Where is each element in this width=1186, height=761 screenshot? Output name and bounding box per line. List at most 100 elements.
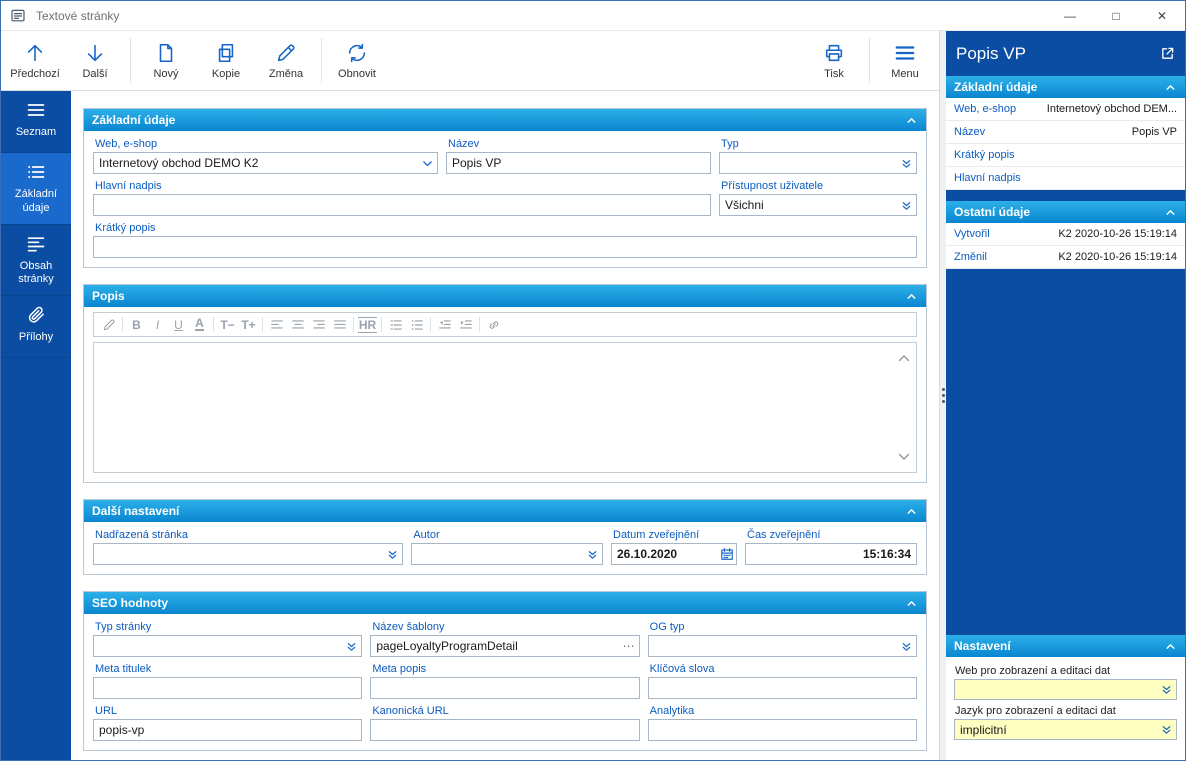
unordered-list-button[interactable] — [406, 315, 427, 334]
calendar-icon[interactable] — [717, 544, 736, 564]
chevron-up-icon[interactable] — [1164, 81, 1177, 94]
open-in-window-icon[interactable] — [1160, 46, 1175, 61]
chevron-up-icon[interactable] — [905, 505, 918, 518]
type-input[interactable] — [725, 153, 897, 173]
scroll-up-icon[interactable] — [896, 350, 912, 366]
meta-description-label: Meta popis — [372, 663, 427, 675]
ellipsis-icon[interactable]: ⋯ — [620, 636, 639, 656]
align-right-button[interactable] — [308, 315, 329, 334]
align-justify-button[interactable] — [329, 315, 350, 334]
arrow-down-icon — [84, 42, 106, 65]
double-chevron-down-icon[interactable] — [1157, 680, 1176, 699]
edit-button[interactable] — [98, 315, 119, 334]
chevron-up-icon[interactable] — [905, 114, 918, 127]
panel-section-title: Nastavení — [954, 639, 1011, 653]
display-language-input[interactable] — [960, 720, 1157, 739]
info-row: Změnil K2 2020-10-26 15:19:14 — [946, 246, 1185, 269]
canonical-url-input[interactable] — [376, 720, 639, 740]
maximize-button[interactable]: □ — [1093, 1, 1139, 30]
italic-button[interactable]: I — [147, 315, 168, 334]
main-heading-input[interactable] — [99, 195, 710, 215]
double-chevron-down-icon[interactable] — [342, 636, 361, 656]
align-justify-icon — [333, 319, 346, 328]
display-web-input[interactable] — [960, 680, 1157, 699]
sidebar-item-prilohy[interactable]: Přílohy — [1, 296, 71, 358]
publish-date-input[interactable] — [617, 544, 717, 564]
double-chevron-down-icon[interactable] — [583, 544, 602, 564]
double-chevron-down-icon[interactable] — [897, 153, 916, 173]
publish-time-input[interactable] — [751, 544, 916, 564]
panel-section-title: Základní údaje — [954, 80, 1038, 94]
sidebar-item-seznam[interactable]: Seznam — [1, 91, 71, 153]
font-color-button[interactable]: A — [189, 315, 210, 334]
bold-button[interactable]: B — [126, 315, 147, 334]
double-chevron-down-icon[interactable] — [897, 195, 916, 215]
url-input[interactable] — [99, 720, 362, 740]
double-chevron-down-icon[interactable] — [897, 636, 916, 656]
align-left-button[interactable] — [266, 315, 287, 334]
parent-page-input[interactable] — [99, 544, 384, 564]
sidebar-item-label: Základní údaje — [14, 188, 58, 214]
font-larger-button[interactable]: T+ — [238, 315, 259, 334]
info-row: Web, e-shop Internetový obchod DEM... — [946, 98, 1185, 121]
template-name-input[interactable] — [376, 636, 620, 656]
panel-section-header-settings[interactable]: Nastavení — [946, 635, 1185, 657]
panel-section-header-other[interactable]: Ostatní údaje — [946, 201, 1185, 223]
ordered-list-button[interactable] — [385, 315, 406, 334]
chevron-up-icon[interactable] — [905, 290, 918, 303]
chevron-up-icon[interactable] — [1164, 206, 1177, 219]
panel-splitter[interactable] — [939, 31, 946, 760]
web-eshop-input[interactable] — [99, 153, 418, 173]
change-button[interactable]: Změna — [256, 33, 316, 88]
chevron-up-icon[interactable] — [1164, 640, 1177, 653]
og-type-input[interactable] — [653, 636, 897, 656]
underline-button[interactable]: U — [168, 315, 189, 334]
author-input[interactable] — [417, 544, 583, 564]
description-editor-area[interactable] — [93, 342, 917, 473]
panel-section-header-basic[interactable]: Základní údaje — [946, 76, 1185, 98]
new-button-label: Nový — [153, 67, 179, 80]
page-type-input[interactable] — [99, 636, 343, 656]
section-header-description[interactable]: Popis — [84, 285, 926, 307]
double-chevron-down-icon[interactable] — [383, 544, 402, 564]
indent-button[interactable] — [455, 315, 476, 334]
print-button[interactable]: Tisk — [804, 33, 864, 88]
editor-separator — [381, 317, 382, 332]
chevron-down-icon[interactable] — [418, 153, 437, 173]
close-button[interactable]: ✕ — [1139, 1, 1185, 30]
section-header-basic-info[interactable]: Základní údaje — [84, 109, 926, 131]
menu-button-label: Menu — [891, 67, 919, 80]
minimize-button[interactable]: — — [1047, 1, 1093, 30]
next-button[interactable]: Další — [65, 33, 125, 88]
field-web-eshop: Web, e-shop — [93, 136, 438, 174]
new-button[interactable]: Nový — [136, 33, 196, 88]
menu-button[interactable]: Menu — [875, 33, 935, 88]
short-description-input[interactable] — [99, 237, 916, 257]
font-larger-icon: T+ — [241, 317, 256, 332]
chevron-up-icon[interactable] — [905, 597, 918, 610]
scroll-down-icon[interactable] — [896, 449, 912, 465]
section-header-other-settings[interactable]: Další nastavení — [84, 500, 926, 522]
horizontal-rule-button[interactable]: HR — [357, 315, 378, 334]
keywords-input[interactable] — [653, 678, 916, 698]
meta-description-input[interactable] — [376, 678, 639, 698]
font-smaller-button[interactable]: T− — [217, 315, 238, 334]
refresh-button[interactable]: Obnovit — [327, 33, 387, 88]
align-center-button[interactable] — [287, 315, 308, 334]
page-content-icon — [26, 234, 46, 254]
name-input[interactable] — [452, 153, 710, 173]
double-chevron-down-icon[interactable] — [1157, 720, 1176, 739]
outdent-button[interactable] — [434, 315, 455, 334]
meta-title-input[interactable] — [99, 678, 362, 698]
url-label: URL — [95, 705, 118, 717]
section-header-seo[interactable]: SEO hodnoty — [84, 592, 926, 614]
previous-button[interactable]: Předchozí — [5, 33, 65, 88]
sidebar-item-obsah-stranky[interactable]: Obsah stránky — [1, 225, 71, 296]
change-button-label: Změna — [268, 67, 304, 80]
link-button[interactable] — [483, 315, 504, 334]
sidebar-item-zakladni-udaje[interactable]: Základní údaje — [1, 153, 71, 225]
copy-button[interactable]: Kopie — [196, 33, 256, 88]
analytics-input[interactable] — [653, 720, 916, 740]
user-access-input[interactable] — [725, 195, 897, 215]
copy-document-icon — [215, 42, 237, 65]
